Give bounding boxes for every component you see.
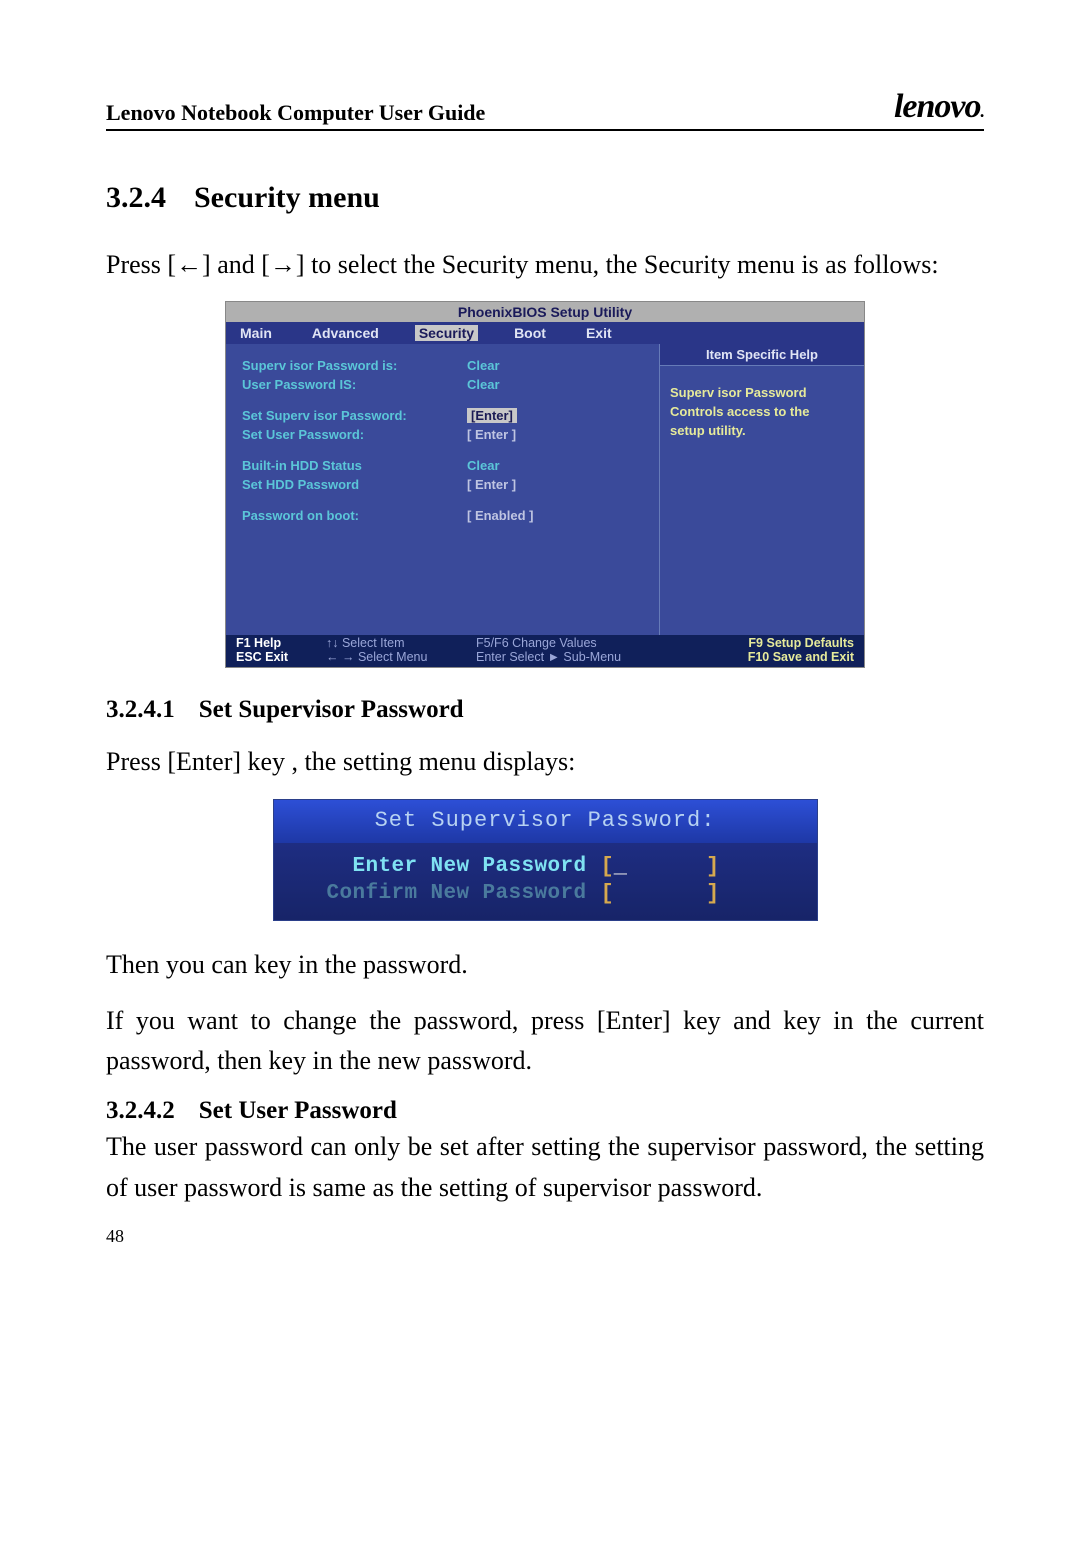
bios-set-user-button[interactable]: [ Enter ]	[467, 427, 516, 442]
bios-supv-status-label: Superv isor Password is:	[242, 358, 467, 373]
bios-help-header: Item Specific Help	[660, 344, 864, 366]
bios-user-status-val: Clear	[467, 377, 500, 392]
sub1-line: Press [Enter] key , the setting menu dis…	[106, 742, 984, 782]
bios-f1: F1 Help	[236, 636, 281, 650]
sub2-number: 3.2.4.2	[106, 1097, 175, 1125]
bios-pwboot-label: Password on boot:	[242, 508, 467, 523]
section-title: Security menu	[194, 181, 380, 214]
bios-setup-defaults: F9 Setup Defaults	[676, 636, 854, 650]
bios-help-line3: setup utility.	[670, 422, 854, 441]
bios-tab-security[interactable]: Security	[415, 325, 478, 341]
bios-set-hdd-label: Set HDD Password	[242, 477, 467, 492]
password-dialog: Set Supervisor Password: Enter New Passw…	[273, 799, 818, 921]
bios-select-submenu: Enter Select ► Sub-Menu	[476, 650, 621, 664]
section-heading: 3.2.4 Security menu	[106, 181, 984, 215]
header-title: Lenovo Notebook Computer User Guide	[106, 100, 485, 126]
bios-select-menu: ← → Select Menu	[326, 650, 427, 664]
bios-set-supv-label: Set Superv isor Password:	[242, 408, 467, 423]
page-header: Lenovo Notebook Computer User Guide leno…	[106, 88, 984, 131]
pw-confirm-label: Confirm New Password	[296, 882, 601, 905]
pw-enter-field[interactable]: [_ ]	[601, 854, 795, 879]
bios-select-item: ↑↓ Select Item	[326, 636, 405, 650]
brand-logo: lenovo	[894, 88, 984, 126]
bios-change-values: F5/F6 Change Values	[476, 636, 597, 650]
bios-tab-advanced[interactable]: Advanced	[308, 325, 383, 341]
bios-help-panel: Item Specific Help Superv isor Password …	[659, 344, 864, 635]
bios-tab-boot[interactable]: Boot	[510, 325, 550, 341]
sub2-heading: 3.2.4.2 Set User Password	[106, 1097, 984, 1125]
bios-tab-exit[interactable]: Exit	[582, 325, 616, 341]
sub1-heading: 3.2.4.1 Set Supervisor Password	[106, 696, 984, 724]
pw-dialog-title: Set Supervisor Password:	[274, 800, 817, 843]
bios-save-exit: F10 Save and Exit	[676, 650, 854, 664]
bios-menubar: Main Advanced Security Boot Exit	[226, 322, 864, 344]
pw-confirm-field[interactable]: [ ]	[601, 881, 795, 906]
bios-footer: F1 Help ESC Exit ↑↓ Select Item ← → Sele…	[226, 635, 864, 667]
bios-esc: ESC Exit	[236, 650, 288, 664]
bios-screenshot: PhoenixBIOS Setup Utility Main Advanced …	[225, 301, 865, 668]
after-pw-p2: If you want to change the password, pres…	[106, 1001, 984, 1082]
bios-help-line2: Controls access to the	[670, 403, 854, 422]
sub1-number: 3.2.4.1	[106, 696, 175, 724]
intro-text: Press [←] and [→] to select the Security…	[106, 245, 984, 285]
bios-help-line1: Superv isor Password	[670, 384, 854, 403]
bios-main-panel: Superv isor Password is:Clear User Passw…	[226, 344, 659, 635]
bios-pwboot-toggle[interactable]: [ Enabled ]	[467, 508, 533, 523]
bios-supv-status-val: Clear	[467, 358, 500, 373]
sub1-title: Set Supervisor Password	[199, 696, 464, 723]
bios-title: PhoenixBIOS Setup Utility	[226, 302, 864, 322]
pw-enter-label: Enter New Password	[296, 855, 601, 878]
bios-set-user-label: Set User Password:	[242, 427, 467, 442]
bios-set-supv-button[interactable]: [Enter]	[467, 408, 517, 423]
page-number: 48	[106, 1226, 984, 1247]
bios-user-status-label: User Password IS:	[242, 377, 467, 392]
after-pw-p1: Then you can key in the password.	[106, 945, 984, 985]
bios-set-hdd-button[interactable]: [ Enter ]	[467, 477, 516, 492]
sub2-title: Set User Password	[199, 1097, 397, 1124]
bios-tab-main[interactable]: Main	[236, 325, 276, 341]
section-number: 3.2.4	[106, 181, 166, 215]
bios-hdd-status-label: Built-in HDD Status	[242, 458, 467, 473]
sub2-body: The user password can only be set after …	[106, 1127, 984, 1208]
bios-hdd-status-val: Clear	[467, 458, 500, 473]
